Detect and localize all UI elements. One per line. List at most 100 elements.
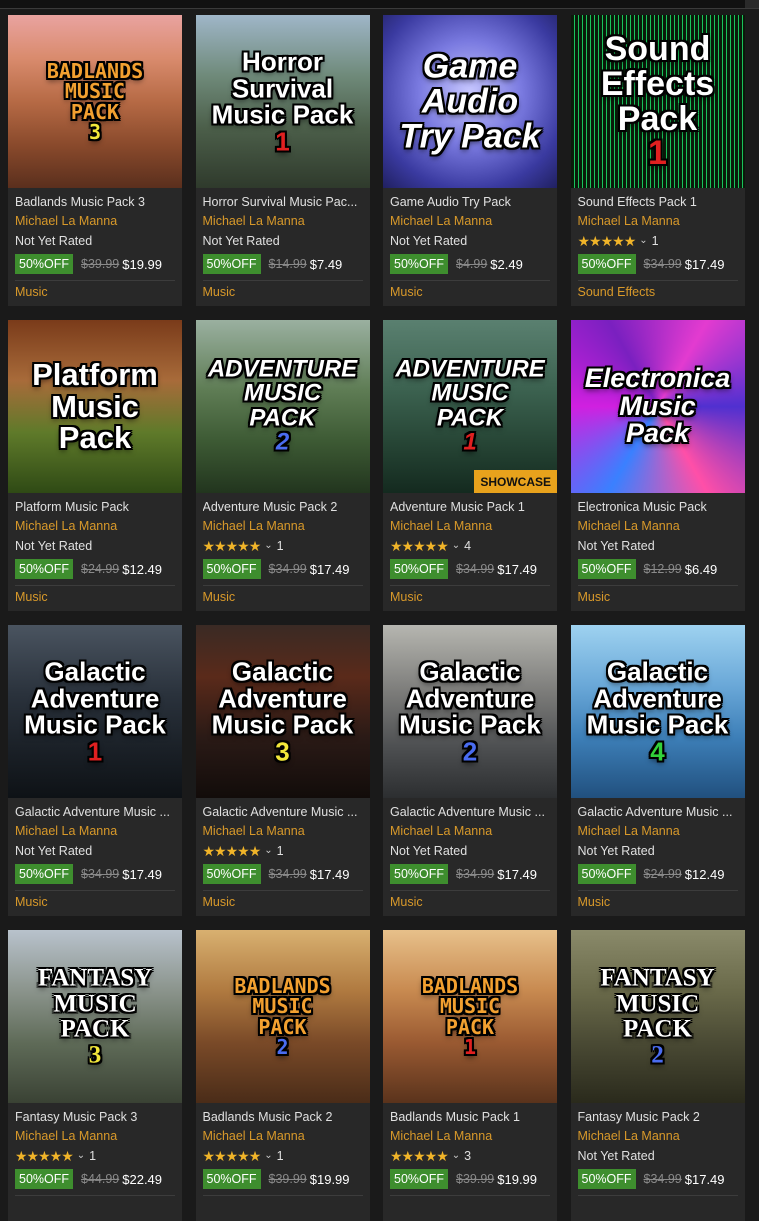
product-category[interactable]: Music [8,586,182,604]
rating-count: 3 [464,1149,472,1163]
thumbnail-title-text: ADVENTURE MUSIC PACK [207,355,358,432]
product-thumbnail[interactable]: Horror Survival Music Pack 1 [195,15,370,188]
product-category[interactable]: Music [196,586,370,604]
product-thumbnail[interactable]: Galactic Adventure Music Pack 2 [383,625,557,798]
product-category[interactable] [383,1196,557,1200]
product-card[interactable]: ADVENTURE MUSIC PACK 2 Adventure Music P… [195,320,370,611]
product-author[interactable]: Michael La Manna [203,516,363,536]
product-category[interactable]: Music [196,281,370,299]
product-category[interactable] [196,1196,370,1200]
product-category[interactable]: Music [571,586,745,604]
product-card[interactable]: ADVENTURE MUSIC PACK 1 SHOWCASE Adventur… [383,320,557,611]
product-category[interactable]: Sound Effects [571,281,745,299]
product-thumbnail[interactable]: Galactic Adventure Music Pack 1 [8,625,182,798]
product-author[interactable]: Michael La Manna [203,211,363,231]
product-name[interactable]: Adventure Music Pack 2 [203,499,363,516]
product-author[interactable]: Michael La Manna [390,211,550,231]
chevron-down-icon[interactable]: ⌄ [452,1146,460,1166]
original-price: $4.99 [456,257,488,271]
product-card[interactable]: Horror Survival Music Pack 1 Horror Surv… [195,15,370,306]
product-author[interactable]: Michael La Manna [203,1126,363,1146]
product-category[interactable]: Music [383,891,557,909]
product-name[interactable]: Horror Survival Music Pac... [203,194,363,211]
product-thumbnail[interactable]: FANTASY MUSIC PACK 2 [570,930,745,1103]
product-author[interactable]: Michael La Manna [15,1126,175,1146]
product-category[interactable]: Music [383,281,557,299]
product-author[interactable]: Michael La Manna [15,516,175,536]
product-card[interactable]: BADLANDS MUSIC PACK 1 Badlands Music Pac… [383,930,557,1221]
product-category[interactable]: Music [196,891,370,909]
product-author[interactable]: Michael La Manna [15,211,175,231]
chevron-down-icon[interactable]: ⌄ [639,231,647,251]
product-thumbnail[interactable]: BADLANDS MUSIC PACK 3 [8,15,182,188]
original-price: $34.99 [268,867,307,881]
product-card[interactable]: FANTASY MUSIC PACK 2 Fantasy Music Pack … [570,930,745,1221]
product-author[interactable]: Michael La Manna [390,1126,550,1146]
product-author[interactable]: Michael La Manna [578,516,738,536]
product-name[interactable]: Platform Music Pack [15,499,175,516]
product-card[interactable]: Galactic Adventure Music Pack 4 Galactic… [570,625,745,916]
product-category[interactable] [8,1196,182,1200]
product-category[interactable]: Music [571,891,745,909]
product-thumbnail[interactable]: Galactic Adventure Music Pack 3 [195,625,370,798]
price-bar: 50%OFF $34.99 $17.49 [390,863,550,885]
product-card[interactable]: BADLANDS MUSIC PACK 3 Badlands Music Pac… [8,15,182,306]
original-price: $34.99 [456,562,495,576]
product-name[interactable]: Badlands Music Pack 1 [390,1109,550,1126]
product-name[interactable]: Galactic Adventure Music ... [578,804,738,821]
product-card[interactable]: Galactic Adventure Music Pack 3 Galactic… [195,625,370,916]
product-name[interactable]: Galactic Adventure Music ... [203,804,363,821]
product-thumbnail[interactable]: Sound Effects Pack 1 [570,15,745,188]
chevron-down-icon[interactable]: ⌄ [452,536,460,556]
thumbnail-title-text: Galactic Adventure Music Pack [211,656,354,740]
product-name[interactable]: Galactic Adventure Music ... [390,804,550,821]
product-author[interactable]: Michael La Manna [578,821,738,841]
product-author[interactable]: Michael La Manna [203,821,363,841]
product-author[interactable]: Michael La Manna [578,211,738,231]
chevron-down-icon[interactable]: ⌄ [264,536,272,556]
thumbnail-title: FANTASY MUSIC PACK 3 [8,940,182,1093]
product-name[interactable]: Fantasy Music Pack 2 [578,1109,738,1126]
product-author[interactable]: Michael La Manna [578,1126,738,1146]
product-thumbnail[interactable]: ADVENTURE MUSIC PACK 2 [195,320,370,493]
product-name[interactable]: Badlands Music Pack 2 [203,1109,363,1126]
product-thumbnail[interactable]: ADVENTURE MUSIC PACK 1 SHOWCASE [383,320,557,493]
chevron-down-icon[interactable]: ⌄ [77,1146,85,1166]
product-author[interactable]: Michael La Manna [390,821,550,841]
product-card[interactable]: Galactic Adventure Music Pack 2 Galactic… [383,625,557,916]
product-category[interactable] [571,1196,745,1200]
product-category[interactable]: Music [8,281,182,299]
product-card[interactable]: Galactic Adventure Music Pack 1 Galactic… [8,625,182,916]
product-card[interactable]: Game Audio Try Pack Game Audio Try Pack … [383,15,557,306]
product-name[interactable]: Fantasy Music Pack 3 [15,1109,175,1126]
thumbnail-title: Galactic Adventure Music Pack 2 [383,632,557,791]
product-card[interactable]: Platform Music Pack Platform Music Pack … [8,320,182,611]
product-thumbnail[interactable]: Electronica Music Pack [570,320,745,493]
product-name[interactable]: Galactic Adventure Music ... [15,804,175,821]
chevron-down-icon[interactable]: ⌄ [264,841,272,861]
product-name[interactable]: Adventure Music Pack 1 [390,499,550,516]
product-name[interactable]: Electronica Music Pack [578,499,738,516]
chevron-down-icon[interactable]: ⌄ [264,1146,272,1166]
product-thumbnail[interactable]: Game Audio Try Pack [383,15,557,188]
product-thumbnail[interactable]: Platform Music Pack [8,320,182,493]
product-name[interactable]: Badlands Music Pack 3 [15,194,175,211]
product-card[interactable]: Sound Effects Pack 1 Sound Effects Pack … [570,15,745,306]
product-name[interactable]: Sound Effects Pack 1 [578,194,738,211]
product-card[interactable]: BADLANDS MUSIC PACK 2 Badlands Music Pac… [195,930,370,1221]
product-thumbnail[interactable]: Galactic Adventure Music Pack 4 [570,625,745,798]
product-thumbnail[interactable]: FANTASY MUSIC PACK 3 [8,930,182,1103]
thumbnail-title-text: FANTASY MUSIC PACK [37,964,153,1043]
product-author[interactable]: Michael La Manna [390,516,550,536]
product-author[interactable]: Michael La Manna [15,821,175,841]
product-category[interactable]: Music [383,586,557,604]
product-thumbnail[interactable]: BADLANDS MUSIC PACK 2 [195,930,370,1103]
thumbnail-title: Galactic Adventure Music Pack 4 [571,632,745,791]
product-thumbnail[interactable]: BADLANDS MUSIC PACK 1 [383,930,557,1103]
showcase-badge: SHOWCASE [474,470,557,493]
product-card[interactable]: FANTASY MUSIC PACK 3 Fantasy Music Pack … [8,930,182,1221]
product-category[interactable]: Music [8,891,182,909]
product-name[interactable]: Game Audio Try Pack [390,194,550,211]
product-card[interactable]: Electronica Music Pack Electronica Music… [570,320,745,611]
product-rating: ★★★★★ ⌄ 1 [578,231,738,251]
